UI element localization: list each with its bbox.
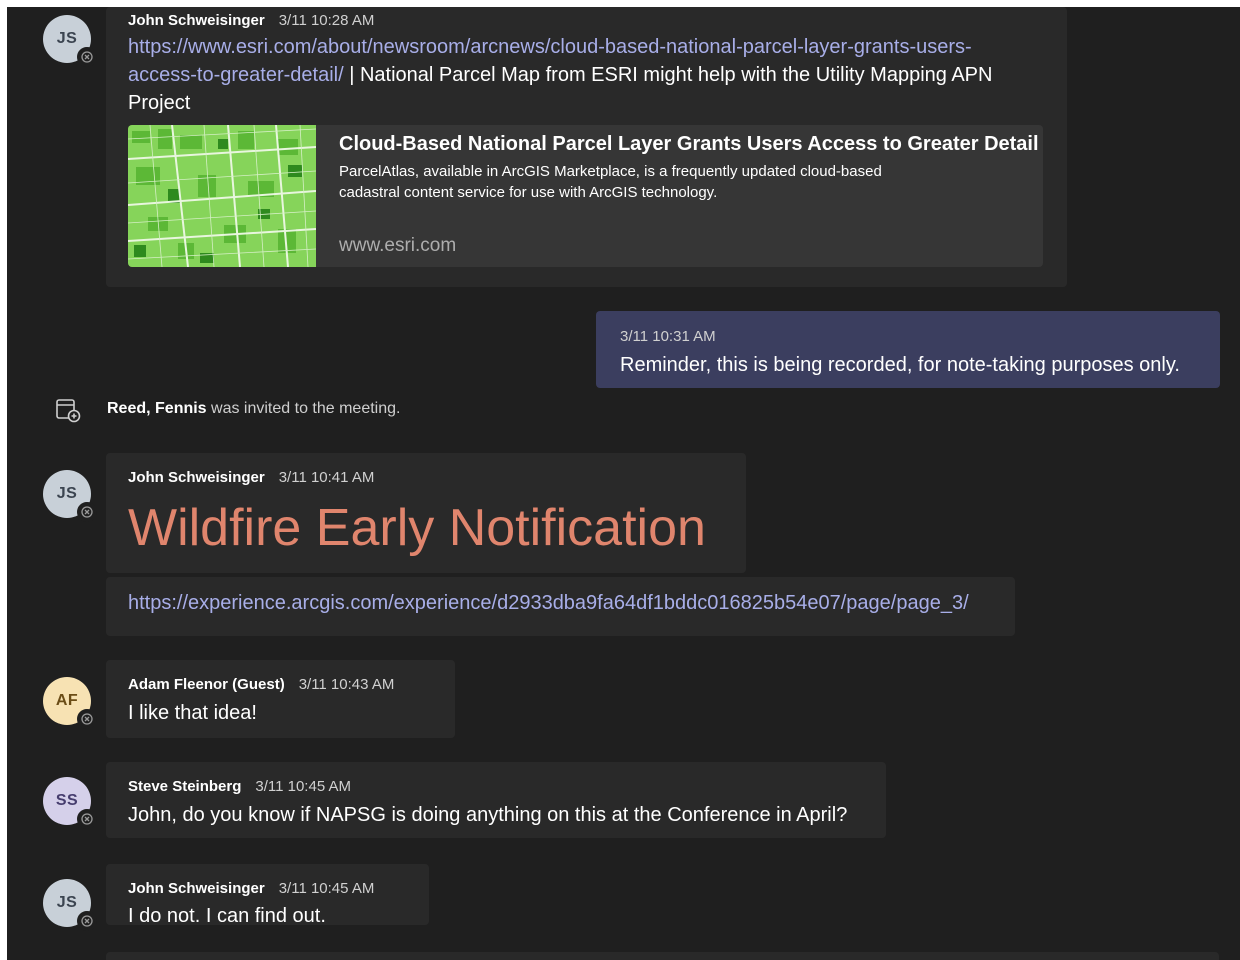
presence-status-icon [77,709,97,729]
timestamp: 3/11 10:45 AM [255,778,351,795]
message-bubble[interactable]: John Schweisinger 3/11 10:28 AM https://w… [106,7,1067,287]
message-body: I like that idea! [128,702,257,724]
avatar[interactable]: JS [43,15,97,67]
message-bubble-partial[interactable] [106,952,1219,960]
author-name[interactable]: Adam Fleenor (Guest) [128,676,285,693]
chat-thread: JS John Schweisinger 3/11 10:28 AM https:… [7,7,1240,960]
avatar-initials: SS [55,792,79,809]
message-header: John Schweisinger 3/11 10:28 AM [128,12,374,29]
timestamp: 3/11 10:41 AM [278,469,375,486]
message-bubble-continued[interactable]: https://experience.arcgis.com/experience… [106,577,1015,636]
invited-user[interactable]: Reed, Fennis [107,400,207,417]
author-name[interactable]: John Schweisinger [128,469,265,486]
timestamp: 3/11 10:28 AM [278,12,375,29]
system-message: Reed, Fennis was invited to the meeting. [107,400,401,417]
timestamp: 3/11 10:45 AM [278,880,375,897]
message-header: Adam Fleenor (Guest) 3/11 10:43 AM [128,676,394,693]
message-bubble[interactable]: Adam Fleenor (Guest) 3/11 10:43 AM I like… [106,660,455,738]
message-header: John Schweisinger 3/11 10:45 AM [128,880,374,897]
avatar-initials: JS [56,894,78,911]
presence-status-icon [77,911,97,931]
message-bubble[interactable]: John Schweisinger 3/11 10:41 AM Wildfire … [106,453,746,573]
message-link[interactable]: https://experience.arcgis.com/experience… [128,589,969,617]
author-name[interactable]: Steve Steinberg [128,778,241,795]
message-header: John Schweisinger 3/11 10:41 AM [128,469,374,486]
avatar-initials: JS [56,30,78,47]
message-body: I do not. I can find out. [128,905,326,925]
link-preview-thumbnail [128,125,316,267]
message-text: | National Parcel Map from ESRI might he… [343,64,993,86]
message-text-cont: Project [128,92,191,114]
link-preview-title[interactable]: Cloud-Based National Parcel Layer Grants… [339,133,1039,156]
presence-status-icon [77,47,97,67]
message-bubble[interactable]: John Schweisinger 3/11 10:45 AM I do not.… [106,864,429,925]
message-link[interactable]: https://www.esri.com/about/newsroom/arcn… [128,36,972,58]
timestamp: 3/11 10:43 AM [298,676,395,693]
avatar-initials: JS [56,485,78,502]
avatar[interactable]: AF [43,677,97,729]
avatar[interactable]: JS [43,470,97,522]
link-preview-description: ParcelAtlas, available in ArcGIS Marketp… [339,163,882,201]
own-message-bubble[interactable]: 3/11 10:31 AM Reminder, this is being re… [596,311,1220,388]
message-bubble[interactable]: Steve Steinberg 3/11 10:45 AM John, do yo… [106,762,886,838]
message-header: Steve Steinberg 3/11 10:45 AM [128,778,351,795]
link-preview-card[interactable]: Cloud-Based National Parcel Layer Grants… [128,125,1043,267]
timestamp: 3/11 10:31 AM [620,328,716,345]
presence-status-icon [77,809,97,829]
message-body: https://www.esri.com/about/newsroom/arcn… [128,33,1048,117]
avatar[interactable]: SS [43,777,97,829]
message-link-cont[interactable]: access-to-greater-detail/ [128,64,344,86]
link-preview-domain: www.esri.com [339,235,457,256]
message-body: Reminder, this is being recorded, for no… [620,354,1180,376]
meeting-invite-icon [56,399,81,423]
author-name[interactable]: John Schweisinger [128,12,265,29]
author-name[interactable]: John Schweisinger [128,880,265,897]
presence-status-icon [77,502,97,522]
avatar[interactable]: JS [43,879,97,931]
avatar-initials: AF [55,692,79,709]
message-body: John, do you know if NAPSG is doing anyt… [128,804,848,826]
message-headline: Wildfire Early Notification [128,499,706,557]
